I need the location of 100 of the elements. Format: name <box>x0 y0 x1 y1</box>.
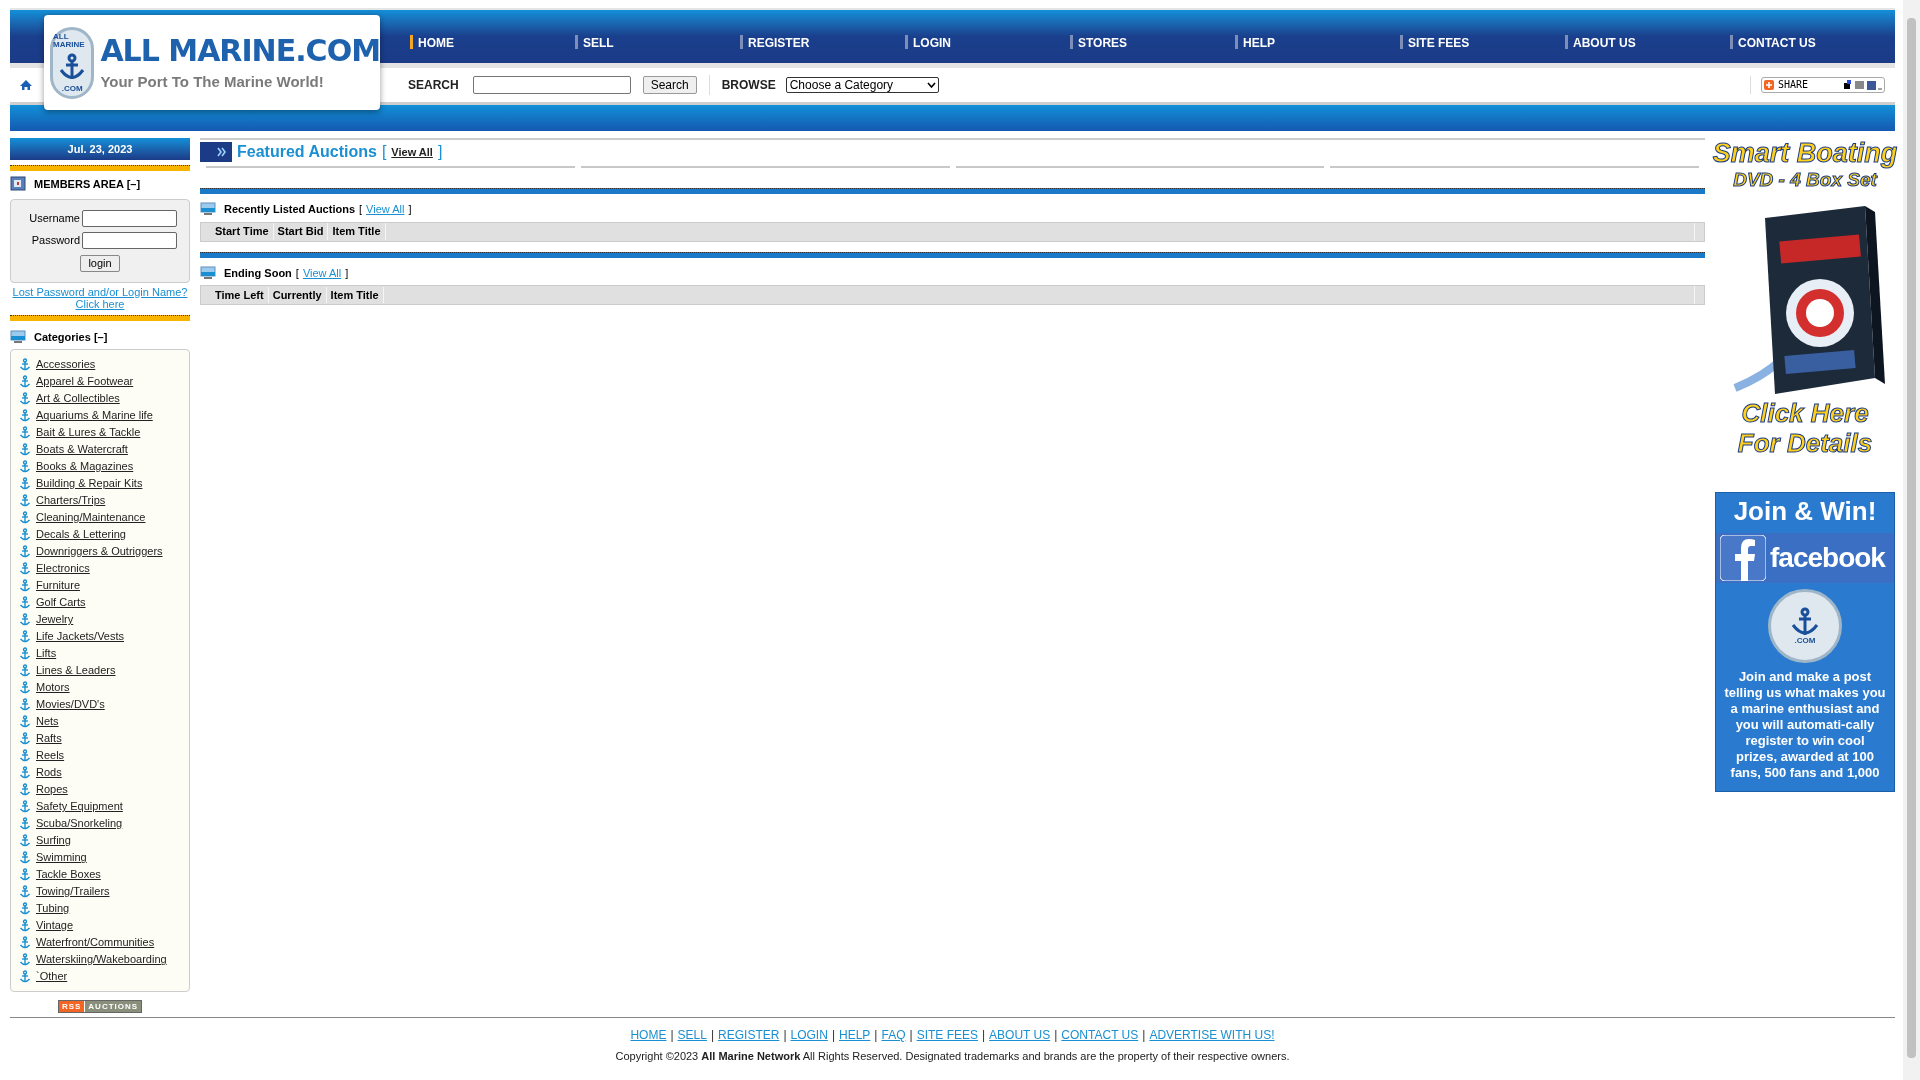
anchor-icon <box>19 375 31 388</box>
nav-link[interactable]: CONTACT US <box>1730 34 1895 52</box>
footer-link[interactable]: HELP <box>839 1026 871 1044</box>
category-link[interactable]: Downriggers & Outriggers <box>34 543 163 560</box>
section-heading: Ending Soon <box>224 265 292 281</box>
ad-call-to-action: Click Here <box>1741 398 1869 428</box>
facebook-ad-banner[interactable]: Join & Win! facebook .COM Join and make a post telling us what makes you a marine enthusiast and you will automati-cally register to win cool prizes, awarded at 100 fans, 500 fans and 1,000 <box>1715 492 1895 792</box>
anchor-icon <box>19 545 31 558</box>
share-button[interactable]: SHARE <box>1761 77 1885 93</box>
rss-text: RSS <box>58 1001 85 1012</box>
badge-text: .COM <box>61 84 83 93</box>
category-link[interactable]: Decals & Lettering <box>34 526 126 543</box>
monitor-icon <box>10 329 26 344</box>
category-link[interactable]: Rafts <box>34 730 62 747</box>
category-dropdown[interactable]: Choose a Category <box>785 77 939 93</box>
bracket-text: [ <box>359 202 363 217</box>
category-link[interactable]: Bait & Lures & Tackle <box>34 424 141 441</box>
separator-text: | <box>874 1027 878 1044</box>
anchor-icon <box>19 392 31 405</box>
nav-link[interactable]: HELP <box>1235 34 1400 52</box>
anchor-icon <box>19 681 31 694</box>
category-link[interactable]: Waterskiing/Wakeboarding <box>34 951 167 968</box>
category-link[interactable]: Cleaning/Maintenance <box>34 509 146 526</box>
nav-link[interactable]: ABOUT US <box>1565 34 1730 52</box>
nav-link[interactable]: LOGIN <box>905 34 1070 52</box>
footer-link[interactable]: FAQ <box>881 1026 906 1044</box>
category-link[interactable]: Tubing <box>34 900 70 917</box>
category-link[interactable]: Boats & Watercraft <box>34 441 128 458</box>
category-link[interactable]: Life Jackets/Vests <box>34 628 125 645</box>
column-header: Item Title <box>326 286 384 304</box>
footer-link[interactable]: CONTACT US <box>1061 1026 1139 1044</box>
anchor-icon <box>19 477 31 490</box>
anchor-icon <box>19 511 31 524</box>
ad-heading: Join & Win! <box>1733 495 1877 527</box>
footer-link[interactable]: REGISTER <box>718 1026 780 1044</box>
login-button[interactable]: login <box>80 254 120 272</box>
click-here-link[interactable]: Click here <box>75 297 125 310</box>
category-link[interactable]: Scuba/Snorkeling <box>34 815 123 832</box>
category-link[interactable]: Apparel & Footwear <box>34 373 134 390</box>
category-link[interactable]: Reels <box>34 747 65 764</box>
category-link[interactable]: Lifts <box>34 645 57 662</box>
social-icons-drawing <box>1842 80 1882 90</box>
category-link[interactable]: Nets <box>34 713 59 730</box>
anchor-icon <box>19 766 31 779</box>
username-field[interactable] <box>82 209 177 227</box>
category-link[interactable]: Books & Magazines <box>34 458 134 475</box>
category-link[interactable]: Jewelry <box>34 611 74 628</box>
nav-link[interactable]: STORES <box>1070 34 1235 52</box>
rss-text: AUCTIONS <box>84 1001 142 1012</box>
scrollbar[interactable] <box>1903 0 1920 1080</box>
anchor-icon <box>19 970 31 983</box>
plus-icon <box>1764 80 1774 90</box>
view-all-link[interactable]: View All <box>391 143 433 161</box>
copyright-text: Copyright ©2023 All Marine Network All Rights Reserved. Designated trademarks and brands are the property of their respective owners. <box>614 1049 1291 1064</box>
category-link[interactable]: `Other <box>34 968 68 985</box>
monitor-icon <box>200 265 216 280</box>
anchor-icon <box>19 902 31 915</box>
nav-link[interactable]: REGISTER <box>740 34 905 52</box>
category-link[interactable]: Tackle Boxes <box>34 866 101 883</box>
category-link[interactable]: Building & Repair Kits <box>34 475 143 492</box>
browse-label: BROWSE <box>721 77 776 94</box>
column-header: Currently <box>268 286 327 304</box>
category-link[interactable]: Golf Carts <box>34 594 86 611</box>
search-button[interactable]: Search <box>642 76 697 94</box>
category-link[interactable]: Surfing <box>34 832 71 849</box>
category-link[interactable]: Lines & Leaders <box>34 662 116 679</box>
anchor-icon <box>19 528 31 541</box>
footer-link[interactable]: ADVERTISE WITH US! <box>1149 1026 1275 1044</box>
category-link[interactable]: Aquariums & Marine life <box>34 407 153 424</box>
category-link[interactable]: Art & Collectibles <box>34 390 120 407</box>
category-link[interactable]: Vintage <box>34 917 74 934</box>
category-link[interactable]: Waterfront/Communities <box>34 934 155 951</box>
ad-call-to-action: For Details <box>1737 428 1873 458</box>
search-field[interactable] <box>472 76 631 94</box>
footer-link[interactable]: SELL <box>677 1026 707 1044</box>
nav-link[interactable]: HOME <box>410 34 575 52</box>
password-field[interactable] <box>82 231 177 249</box>
footer-link[interactable]: HOME <box>630 1026 667 1044</box>
category-link[interactable]: Accessories <box>34 356 96 373</box>
category-link[interactable]: Motors <box>34 679 70 696</box>
view-all-link[interactable]: View All <box>366 201 405 218</box>
category-link[interactable]: Furniture <box>34 577 81 594</box>
category-link[interactable]: Swimming <box>34 849 87 866</box>
category-link[interactable]: Movies/DVD's <box>34 696 105 713</box>
footer-link[interactable]: LOGIN <box>790 1026 828 1044</box>
lost-password-link[interactable]: Lost Password and/or Login Name? <box>12 285 188 298</box>
nav-link[interactable]: SELL <box>575 34 740 52</box>
category-link[interactable]: Ropes <box>34 781 68 798</box>
footer-link[interactable]: ABOUT US <box>989 1026 1051 1044</box>
category-link[interactable]: Rods <box>34 764 62 781</box>
nav-link[interactable]: SITE FEES <box>1400 34 1565 52</box>
footer-link[interactable]: SITE FEES <box>916 1026 978 1044</box>
category-link[interactable]: Charters/Trips <box>34 492 106 509</box>
separator-text: | <box>1054 1027 1058 1044</box>
category-link[interactable]: Safety Equipment <box>34 798 123 815</box>
category-link[interactable]: Towing/Trailers <box>34 883 110 900</box>
view-all-link[interactable]: View All <box>302 264 342 281</box>
category-link[interactable]: Electronics <box>34 560 90 577</box>
anchor-icon <box>19 715 31 728</box>
anchor-icon <box>19 664 31 677</box>
